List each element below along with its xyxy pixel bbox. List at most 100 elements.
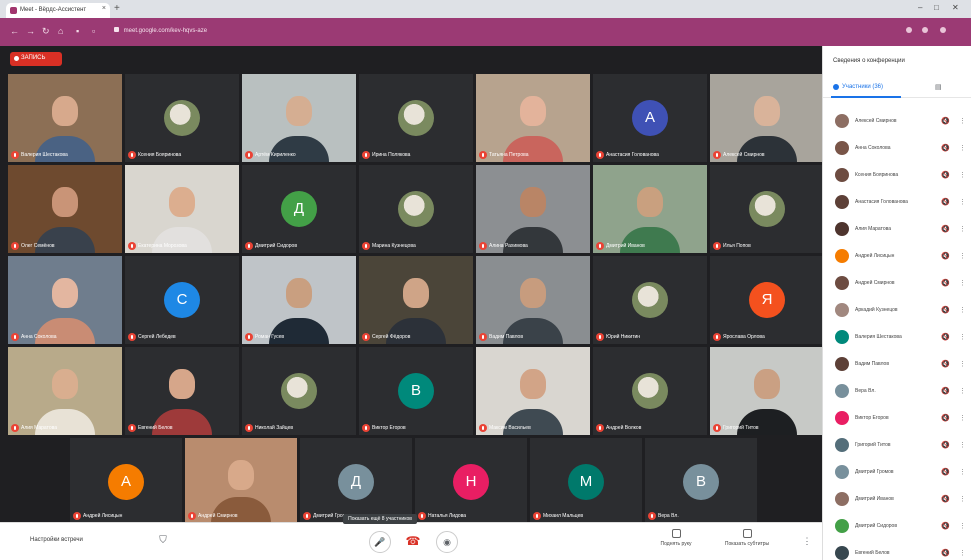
- chat-icon[interactable]: ▤: [935, 83, 942, 91]
- participant-row[interactable]: Андрей Смирнов 🔇 ⋮: [823, 270, 971, 297]
- bookmark-icon[interactable]: ▪: [76, 26, 79, 36]
- reload-icon[interactable]: ↻: [42, 26, 50, 37]
- mute-participant-icon[interactable]: 🔇: [941, 360, 950, 368]
- mute-participant-icon[interactable]: 🔇: [941, 522, 950, 530]
- minimize-button[interactable]: –: [918, 3, 922, 12]
- participant-options-icon[interactable]: ⋮: [959, 117, 966, 125]
- participant-options-icon[interactable]: ⋮: [959, 225, 966, 233]
- participant-options-icon[interactable]: ⋮: [959, 495, 966, 503]
- participant-tile[interactable]: Анна Соколова: [8, 256, 122, 344]
- browser-menu-icon[interactable]: [940, 27, 946, 33]
- mute-participant-icon[interactable]: 🔇: [941, 387, 950, 395]
- mute-participant-icon[interactable]: 🔇: [941, 333, 950, 341]
- participant-options-icon[interactable]: ⋮: [959, 279, 966, 287]
- participant-row[interactable]: Дмитрий Сидоров 🔇 ⋮: [823, 513, 971, 540]
- participant-row[interactable]: Валерия Шестакова 🔇 ⋮: [823, 324, 971, 351]
- participant-options-icon[interactable]: ⋮: [959, 414, 966, 422]
- home-icon[interactable]: ⌂: [58, 26, 63, 36]
- participant-row[interactable]: Андрей Лисицын 🔇 ⋮: [823, 243, 971, 270]
- raise-hand-button[interactable]: Поднять руку: [656, 529, 696, 547]
- participant-tile[interactable]: Алексей Смирнов: [710, 74, 824, 162]
- participant-tile[interactable]: В Виктор Егоров: [359, 347, 473, 435]
- participant-row[interactable]: Вера Вл. 🔇 ⋮: [823, 378, 971, 405]
- participant-tile[interactable]: Сергей Фёдоров: [359, 256, 473, 344]
- participant-tile[interactable]: Валерия Шестакова: [8, 74, 122, 162]
- participant-row[interactable]: Алия Маратова 🔇 ⋮: [823, 216, 971, 243]
- extension-icon[interactable]: ▫: [92, 26, 95, 36]
- participant-options-icon[interactable]: ⋮: [959, 441, 966, 449]
- mute-participant-icon[interactable]: 🔇: [941, 144, 950, 152]
- mute-participant-icon[interactable]: 🔇: [941, 279, 950, 287]
- participant-tile[interactable]: Татьяна Петрова: [476, 74, 590, 162]
- participant-options-icon[interactable]: ⋮: [959, 468, 966, 476]
- mute-participant-icon[interactable]: 🔇: [941, 117, 950, 125]
- participant-tile[interactable]: Артём Кириленко: [242, 74, 356, 162]
- participant-row[interactable]: Алексей Смирнов 🔇 ⋮: [823, 108, 971, 135]
- participant-options-icon[interactable]: ⋮: [959, 306, 966, 314]
- participant-options-icon[interactable]: ⋮: [959, 549, 966, 557]
- back-arrow-icon[interactable]: ←: [10, 26, 19, 36]
- participant-tile[interactable]: Григорий Титов: [710, 347, 824, 435]
- new-tab-button[interactable]: +: [114, 3, 120, 14]
- participant-tile[interactable]: В Вера Вл.: [645, 438, 757, 523]
- participant-options-icon[interactable]: ⋮: [959, 252, 966, 260]
- participant-tile[interactable]: Олег Семёнов: [8, 165, 122, 253]
- meeting-details-button[interactable]: Настройки встречи: [30, 537, 83, 543]
- camera-button[interactable]: ◉: [436, 531, 458, 553]
- participant-tile[interactable]: М Михаил Мальцев: [530, 438, 642, 523]
- mute-participant-icon[interactable]: 🔇: [941, 468, 950, 476]
- participant-tile[interactable]: Андрей Волков: [593, 347, 707, 435]
- participant-row[interactable]: Григорий Титов 🔇 ⋮: [823, 432, 971, 459]
- mute-participant-icon[interactable]: 🔇: [941, 225, 950, 233]
- participant-options-icon[interactable]: ⋮: [959, 144, 966, 152]
- participant-options-icon[interactable]: ⋮: [959, 198, 966, 206]
- participant-tile[interactable]: Марина Кузнецова: [359, 165, 473, 253]
- mute-participant-icon[interactable]: 🔇: [941, 306, 950, 314]
- participant-tile[interactable]: Ксения Бояринова: [125, 74, 239, 162]
- participant-tile[interactable]: С Сергей Лебедев: [125, 256, 239, 344]
- tab-people[interactable]: Участники (36): [833, 84, 883, 90]
- participant-row[interactable]: Дмитрий Громов 🔇 ⋮: [823, 459, 971, 486]
- participant-row[interactable]: Ксения Бояринова 🔇 ⋮: [823, 162, 971, 189]
- mute-participant-icon[interactable]: 🔇: [941, 252, 950, 260]
- participant-row[interactable]: Аркадий Кузнецов 🔇 ⋮: [823, 297, 971, 324]
- microphone-button[interactable]: 🎤: [369, 531, 391, 553]
- mute-participant-icon[interactable]: 🔇: [941, 414, 950, 422]
- participant-tile[interactable]: Дмитрий Иванов: [593, 165, 707, 253]
- mute-participant-icon[interactable]: 🔇: [941, 171, 950, 179]
- participant-tile[interactable]: А Андрей Лисицын: [70, 438, 182, 523]
- browser-tab[interactable]: Meet - Вёрдс-Ассистент ×: [6, 3, 110, 18]
- captions-button[interactable]: Показать субтитры: [712, 529, 782, 547]
- participant-row[interactable]: Вадим Павлов 🔇 ⋮: [823, 351, 971, 378]
- mute-participant-icon[interactable]: 🔇: [941, 495, 950, 503]
- participant-options-icon[interactable]: ⋮: [959, 333, 966, 341]
- participant-row[interactable]: Анна Соколова 🔇 ⋮: [823, 135, 971, 162]
- profile-icon[interactable]: [906, 27, 912, 33]
- mute-participant-icon[interactable]: 🔇: [941, 441, 950, 449]
- participant-tile[interactable]: Екатерина Морозова: [125, 165, 239, 253]
- participant-row[interactable]: Евгений Белов 🔇 ⋮: [823, 540, 971, 560]
- participant-tile[interactable]: Роман Гусев: [242, 256, 356, 344]
- participant-row[interactable]: Дмитрий Иванов 🔇 ⋮: [823, 486, 971, 513]
- participant-tile[interactable]: Д Дмитрий Сидоров: [242, 165, 356, 253]
- participant-tile[interactable]: Ирина Полякова: [359, 74, 473, 162]
- more-options-icon[interactable]: ⋮: [796, 531, 818, 553]
- participant-options-icon[interactable]: ⋮: [959, 171, 966, 179]
- address-bar[interactable]: meet.google.com/kev-hqvs-aze: [114, 24, 224, 37]
- participant-tile[interactable]: Я Ярослава Орлова: [710, 256, 824, 344]
- participant-options-icon[interactable]: ⋮: [959, 387, 966, 395]
- participant-tile[interactable]: Николай Зайцев: [242, 347, 356, 435]
- close-window-button[interactable]: ✕: [952, 3, 959, 12]
- participant-tile[interactable]: А Анастасия Голованова: [593, 74, 707, 162]
- participant-tile[interactable]: Д Дмитрий Громов: [300, 438, 412, 523]
- participant-tile[interactable]: Евгений Белов: [125, 347, 239, 435]
- participant-tile[interactable]: Алия Маратова: [8, 347, 122, 435]
- participant-tile[interactable]: Илья Попов: [710, 165, 824, 253]
- mute-participant-icon[interactable]: 🔇: [941, 549, 950, 557]
- participant-row[interactable]: Виктор Егоров 🔇 ⋮: [823, 405, 971, 432]
- mute-participant-icon[interactable]: 🔇: [941, 198, 950, 206]
- participant-tile[interactable]: Алина Рахимова: [476, 165, 590, 253]
- participant-tile[interactable]: Андрей Смирнов: [185, 438, 297, 523]
- maximize-button[interactable]: □: [934, 3, 939, 12]
- extension-puzzle-icon[interactable]: [922, 27, 928, 33]
